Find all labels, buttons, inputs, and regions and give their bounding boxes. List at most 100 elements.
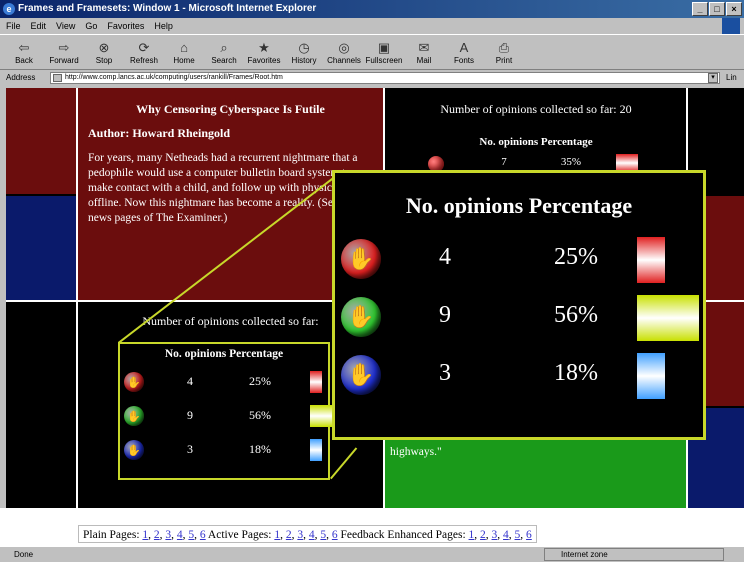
opinion-percent-cell: 25% xyxy=(249,374,271,388)
opinion-percent-cell: 56% xyxy=(249,408,271,422)
opinion-table-small: No. opinions Percentage ✋ 4 25% ✋ 9 56% ✋ 3 18% xyxy=(118,342,332,480)
minimize-button[interactable]: _ xyxy=(692,2,708,16)
red-opinion-ball-icon[interactable]: ✋ xyxy=(124,372,144,392)
address-bar: Address http://www.comp.lancs.ac.uk/comp… xyxy=(0,70,744,86)
active-pages-link-5[interactable]: 5 xyxy=(320,529,326,541)
opinion-table-header-zoomed: No. opinions Percentage xyxy=(405,193,633,218)
menu-go[interactable]: Go xyxy=(85,18,97,34)
opinion-table-header: No. opinions Percentage xyxy=(164,348,284,360)
print-icon: ⎙ xyxy=(498,39,510,55)
opinion-bar xyxy=(637,237,665,283)
page-links: Plain Pages: 1, 2, 3, 4, 5, 6 Active Pag… xyxy=(78,525,537,543)
close-button[interactable]: × xyxy=(726,2,742,16)
toolbar-label: Back xyxy=(15,55,33,65)
frame-cell xyxy=(6,302,76,406)
active-pages-link-6[interactable]: 6 xyxy=(332,529,338,541)
active-pages-label: Active Pages: xyxy=(207,529,275,541)
menu-favorites[interactable]: Favorites xyxy=(107,18,144,34)
green-opinion-ball-icon[interactable]: ✋ xyxy=(341,297,381,337)
menu-file[interactable]: File xyxy=(6,18,21,34)
menu-view[interactable]: View xyxy=(56,18,75,34)
back-button[interactable]: ⇦ Back xyxy=(4,35,44,69)
opinion-count-cell: 3 xyxy=(187,442,193,456)
favorites-button[interactable]: ★ Favorites xyxy=(244,35,284,69)
opinion-bar xyxy=(310,405,332,427)
toolbar-label: Stop xyxy=(95,55,113,65)
blue-opinion-ball-icon[interactable]: ✋ xyxy=(124,440,144,460)
toolbar-label: Fonts xyxy=(453,55,474,65)
feedback-pages-link-1[interactable]: 1 xyxy=(469,529,475,541)
browser-window: e Frames and Framesets: Window 1 - Micro… xyxy=(0,0,744,562)
mail-icon: ✉ xyxy=(418,39,430,55)
opinion-table-zoomed: No. opinions Percentage ✋ 4 25% ✋ 9 56% ✋ 3 18% xyxy=(332,170,706,440)
history-button[interactable]: ◷ History xyxy=(284,35,324,69)
frame-cell xyxy=(6,408,76,508)
opinion-count-cell: 3 xyxy=(439,360,451,386)
opinion-count-top: Number of opinions collected so far: 20 xyxy=(440,102,632,116)
active-pages-link-3[interactable]: 3 xyxy=(297,529,303,541)
plain-pages-link-5[interactable]: 5 xyxy=(188,529,194,541)
home-button[interactable]: ⌂ Home xyxy=(164,35,204,69)
address-dropdown-icon[interactable]: ▾ xyxy=(708,73,718,83)
opinion-count-cell: 9 xyxy=(439,302,451,328)
feedback-pages-link-4[interactable]: 4 xyxy=(503,529,509,541)
toolbar-label: Home xyxy=(173,55,195,65)
opinion-count-cell: 4 xyxy=(439,244,451,270)
window-title: Frames and Framesets: Window 1 - Microso… xyxy=(18,3,317,14)
toolbar-label: Favorites xyxy=(247,55,281,65)
fonts-icon: A xyxy=(459,39,469,55)
fullscreen-button[interactable]: ▣ Fullscreen xyxy=(364,35,404,69)
page-icon xyxy=(53,74,62,82)
channels-button[interactable]: ◎ Channels xyxy=(324,35,364,69)
refresh-button[interactable]: ⟳ Refresh xyxy=(124,35,164,69)
active-pages-link-4[interactable]: 4 xyxy=(309,529,315,541)
frame-cell xyxy=(6,88,76,194)
article-title: Why Censoring Cyberspace Is Futile xyxy=(136,102,325,116)
back-arrow-icon: ⇦ xyxy=(18,39,30,55)
active-pages-link-2[interactable]: 2 xyxy=(286,529,292,541)
feedback-pages-link-6[interactable]: 6 xyxy=(526,529,532,541)
search-button[interactable]: ⌕ Search xyxy=(204,35,244,69)
forward-button[interactable]: ⇨ Forward xyxy=(44,35,84,69)
feedback-pages-label: Feedback Enhanced Pages: xyxy=(340,529,469,541)
frameset: Why Censoring Cyberspace Is Futile Autho… xyxy=(6,88,744,508)
maximize-button[interactable]: □ xyxy=(709,2,725,16)
status-bar: Done Internet zone xyxy=(0,546,744,562)
active-pages-link-1[interactable]: 1 xyxy=(274,529,280,541)
plain-pages-link-1[interactable]: 1 xyxy=(142,529,148,541)
toolbar-label: Channels xyxy=(327,55,361,65)
address-input[interactable]: http://www.comp.lancs.ac.uk/computing/us… xyxy=(50,72,720,84)
plain-pages-link-4[interactable]: 4 xyxy=(177,529,183,541)
green-opinion-ball-icon[interactable]: ✋ xyxy=(124,406,144,426)
plain-pages-link-2[interactable]: 2 xyxy=(154,529,160,541)
opinion-percent-cell: 25% xyxy=(554,244,598,270)
stop-button[interactable]: ⊗ Stop xyxy=(84,35,124,69)
fonts-button[interactable]: A Fonts xyxy=(444,35,484,69)
opinion-count-cell: 7 xyxy=(501,156,507,168)
plain-pages-link-6[interactable]: 6 xyxy=(200,529,206,541)
history-icon: ◷ xyxy=(298,39,310,55)
opinion-count-cell: 9 xyxy=(187,408,193,422)
address-url: http://www.comp.lancs.ac.uk/computing/us… xyxy=(65,74,283,81)
links-label[interactable]: Lin xyxy=(726,70,737,86)
feedback-pages-link-3[interactable]: 3 xyxy=(492,529,498,541)
red-opinion-ball-icon[interactable]: ✋ xyxy=(341,239,381,279)
feedback-pages-link-5[interactable]: 5 xyxy=(515,529,521,541)
mail-button[interactable]: ✉ Mail xyxy=(404,35,444,69)
plain-pages-link-3[interactable]: 3 xyxy=(165,529,171,541)
refresh-icon: ⟳ xyxy=(138,39,150,55)
menu-bar: File Edit View Go Favorites Help xyxy=(0,18,744,34)
article-author: Author: Howard Rheingold xyxy=(88,126,231,140)
menu-edit[interactable]: Edit xyxy=(31,18,47,34)
opinion-bar xyxy=(637,353,665,399)
toolbar-label: History xyxy=(291,55,317,65)
plain-pages-label: Plain Pages: xyxy=(83,529,143,541)
menu-help[interactable]: Help xyxy=(154,18,173,34)
feedback-pages-link-2[interactable]: 2 xyxy=(480,529,486,541)
title-bar[interactable]: e Frames and Framesets: Window 1 - Micro… xyxy=(0,0,744,18)
search-icon: ⌕ xyxy=(220,39,228,55)
print-button[interactable]: ⎙ Print xyxy=(484,35,524,69)
blue-opinion-ball-icon[interactable]: ✋ xyxy=(341,355,381,395)
opinion-bar xyxy=(310,439,322,461)
opinion-percent-cell: 35% xyxy=(560,156,582,168)
